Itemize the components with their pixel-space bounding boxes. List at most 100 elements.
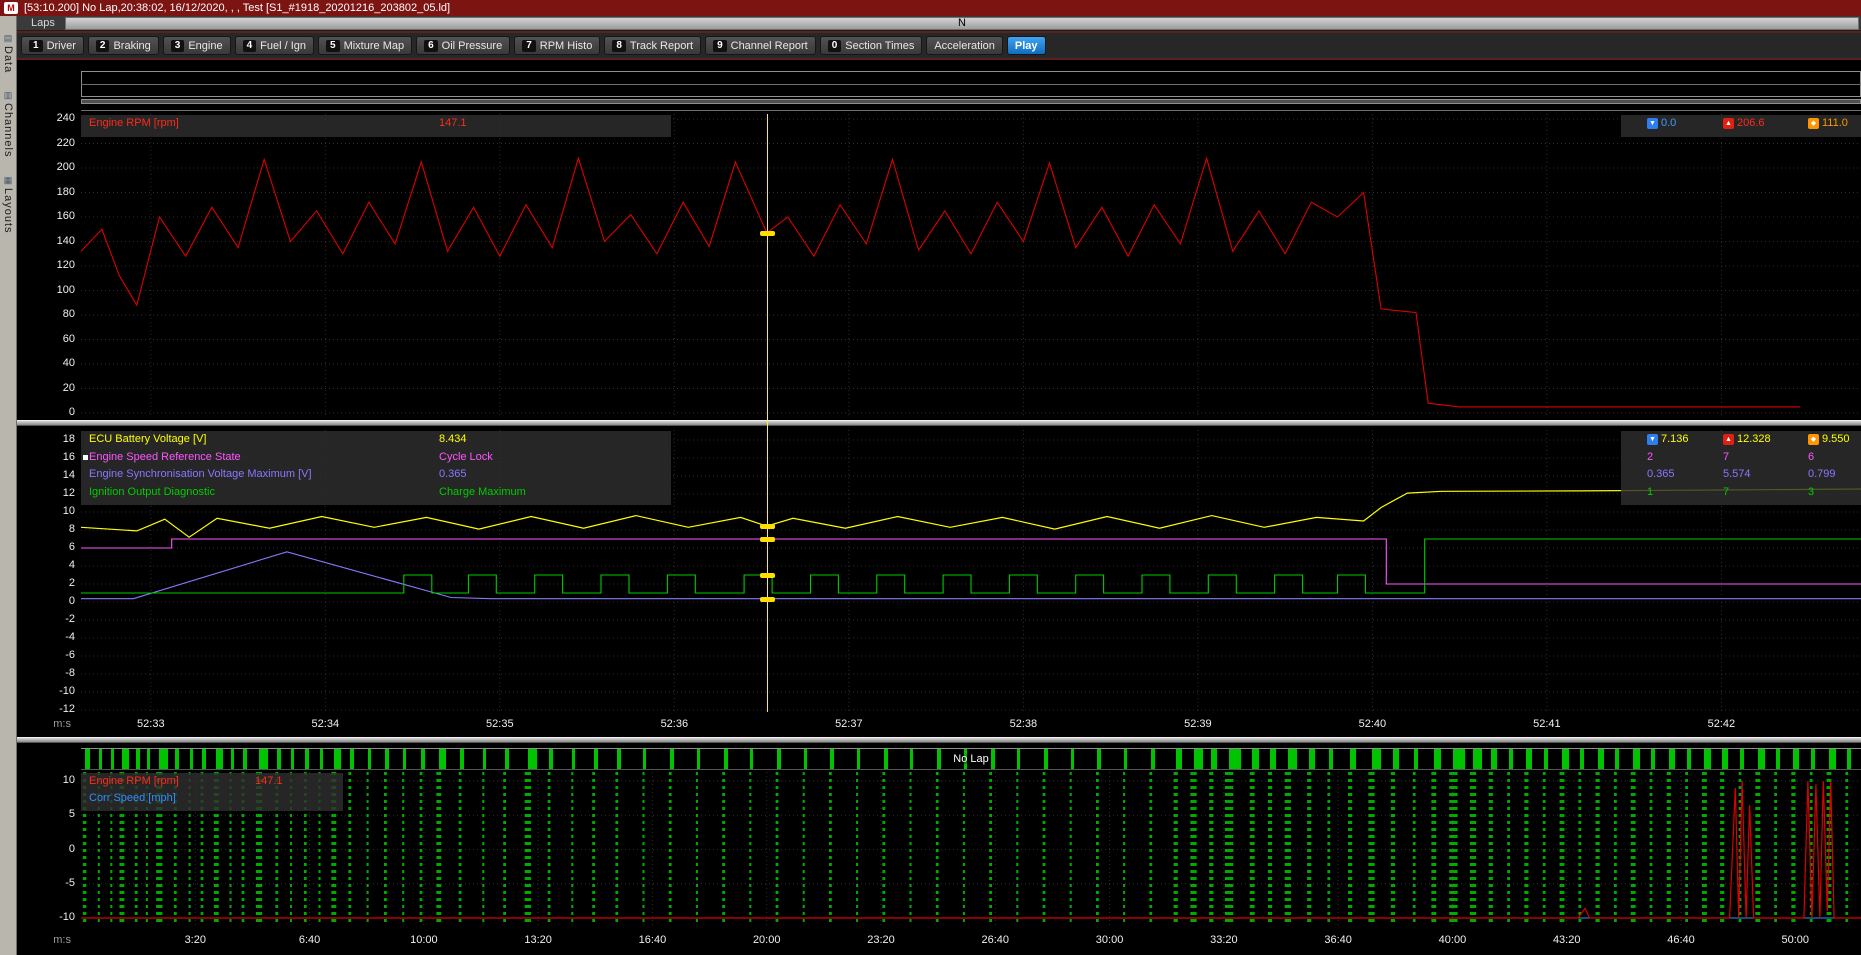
app-root: M [53:10.200] No Lap,20:38:02, 16/12/202… [0, 0, 1861, 955]
channel-label[interactable]: Engine Speed Reference State [89, 451, 241, 463]
toolbar-button-rpm-histo[interactable]: 7RPM Histo [514, 36, 600, 55]
toolbar-button-acceleration[interactable]: Acceleration [926, 36, 1003, 55]
sidebar-tab-label: Data [2, 46, 14, 73]
y-axis-tick-label: 0 [17, 843, 75, 856]
y-axis-tick-label: 4 [17, 559, 75, 572]
toolbar-button-channel-report[interactable]: 9Channel Report [705, 36, 816, 55]
max-stat-value: 12.328 [1737, 433, 1771, 445]
toolbar-button-play[interactable]: Play [1007, 36, 1046, 55]
max-stat: ▲206.6 [1723, 117, 1765, 129]
channel-label[interactable]: Engine Synchronisation Voltage Maximum [… [89, 468, 312, 480]
max-icon: ▲ [1723, 434, 1734, 445]
min-stat: 1 [1647, 486, 1653, 498]
x-axis-tick-label: 52:37 [819, 718, 879, 730]
shortcut-key-badge: 0 [828, 40, 842, 52]
toolbar-button-label: Channel Report [731, 40, 808, 52]
toolbar-button-section-times[interactable]: 0Section Times [820, 36, 923, 55]
channel-label[interactable]: Corr Speed [mph] [89, 792, 176, 804]
toolbar-button-engine[interactable]: 3Engine [163, 36, 231, 55]
toolbar-button-label: Fuel / Ign [260, 40, 306, 52]
sidebar-tab-channels[interactable]: ▥ Channels [2, 91, 14, 157]
avg-icon: ◆ [1808, 434, 1819, 445]
x-axis-tick-label: 52:42 [1691, 718, 1751, 730]
max-stat: 5.574 [1723, 468, 1751, 480]
y-axis-tick-label: 240 [17, 112, 75, 125]
graph-time-ruler[interactable] [81, 99, 1861, 104]
max-icon: ▲ [1723, 118, 1734, 129]
y-axis-tick-label: 40 [17, 357, 75, 370]
cursor-value-marker[interactable] [760, 524, 775, 529]
x-axis-tick-label: 52:36 [644, 718, 704, 730]
y-axis-tick-label: -5 [17, 877, 75, 890]
rpm-graph-plot[interactable] [81, 114, 1861, 418]
x-axis-tick-label: 52:39 [1168, 718, 1228, 730]
max-stat: 7 [1723, 486, 1729, 498]
min-icon: ▼ [1647, 434, 1658, 445]
channel-label[interactable]: Engine RPM [rpm] [89, 117, 179, 129]
max-stat-value: 5.574 [1723, 468, 1751, 480]
x-axis-unit-label: m:s [27, 934, 71, 946]
channel-label[interactable]: Ignition Output Diagnostic [89, 486, 215, 498]
y-axis-tick-label: -2 [17, 613, 75, 626]
sidebar-tab-data[interactable]: ▤Data [2, 34, 14, 73]
sidebar-tab-layouts[interactable]: ▦Layouts [2, 176, 14, 234]
channel-cursor-value: Cycle Lock [439, 451, 493, 463]
toolbar-button-label: Track Report [630, 40, 693, 52]
x-axis-tick-label: 52:33 [121, 718, 181, 730]
y-axis-tick-label: 140 [17, 235, 75, 248]
y-axis-tick-label: 0 [17, 406, 75, 419]
y-axis-tick-label: 20 [17, 382, 75, 395]
toolbar-button-label: Engine [188, 40, 222, 52]
toolbar-button-label: Play [1015, 40, 1038, 52]
toolbar-button-mixture-map[interactable]: 5Mixture Map [318, 36, 412, 55]
max-stat: 7 [1723, 451, 1729, 463]
laps-tab[interactable]: Laps [17, 17, 65, 29]
lap-range-bar[interactable]: N [65, 17, 1859, 30]
toolbar-button-label: RPM Histo [540, 40, 593, 52]
channel-cursor-value: 147.1 [439, 117, 467, 129]
toolbar-button-braking[interactable]: 2Braking [88, 36, 159, 55]
cursor-value-marker[interactable] [760, 597, 775, 602]
x-axis-tick-label: 40:00 [1422, 934, 1482, 946]
cursor-value-marker[interactable] [760, 231, 775, 236]
toolbar-button-fuel-ign[interactable]: 4Fuel / Ign [235, 36, 314, 55]
min-stat-value: 1 [1647, 486, 1653, 498]
min-stat: 2 [1647, 451, 1653, 463]
toolbar-button-label: Mixture Map [344, 40, 405, 52]
avg-stat-value: 0.799 [1808, 468, 1836, 480]
y-axis-tick-label: 2 [17, 577, 75, 590]
overview-graph-plot[interactable] [81, 772, 1861, 926]
toolbar: 1Driver2Braking3Engine4Fuel / Ign5Mixtur… [17, 31, 1861, 60]
toolbar-button-oil-pressure[interactable]: 6Oil Pressure [416, 36, 510, 55]
y-axis-tick-label: 160 [17, 210, 75, 223]
x-axis-tick-label: 23:20 [851, 934, 911, 946]
layouts-icon: ▦ [4, 176, 13, 185]
min-stat-value: 2 [1647, 451, 1653, 463]
avg-stat: ◆111.0 [1808, 117, 1848, 129]
avg-stat: 3 [1808, 486, 1814, 498]
sidebar-tab-label: Channels [2, 103, 14, 157]
y-axis-tick-label: 180 [17, 186, 75, 199]
channel-label[interactable]: Engine RPM [rpm] [89, 775, 179, 787]
lap-strip[interactable]: No Lap [81, 748, 1861, 770]
toolbar-button-driver[interactable]: 1Driver [21, 36, 84, 55]
selected-channel-bullet [83, 455, 88, 460]
avg-stat: ◆9.550 [1808, 433, 1850, 445]
max-stat: ▲12.328 [1723, 433, 1771, 445]
main-column: Laps N 1Driver2Braking3Engine4Fuel / Ign… [17, 16, 1861, 955]
y-axis-tick-label: -8 [17, 667, 75, 680]
toolbar-button-track-report[interactable]: 8Track Report [604, 36, 701, 55]
cursor-value-marker[interactable] [760, 573, 775, 578]
y-axis-tick-label: -6 [17, 649, 75, 662]
x-axis-tick-label: 13:20 [508, 934, 568, 946]
cursor-value-marker[interactable] [760, 537, 775, 542]
x-axis-tick-label: 33:20 [1194, 934, 1254, 946]
chart-splitter-upper[interactable] [17, 420, 1861, 426]
channel-label[interactable]: ECU Battery Voltage [V] [89, 433, 206, 445]
chart-splitter-lower[interactable] [17, 737, 1861, 743]
channels-icon: ▥ [4, 91, 13, 100]
y-axis-tick-label: 6 [17, 541, 75, 554]
avg-icon: ◆ [1808, 118, 1819, 129]
time-cursor[interactable] [767, 114, 768, 712]
x-axis-tick-label: 52:35 [470, 718, 530, 730]
